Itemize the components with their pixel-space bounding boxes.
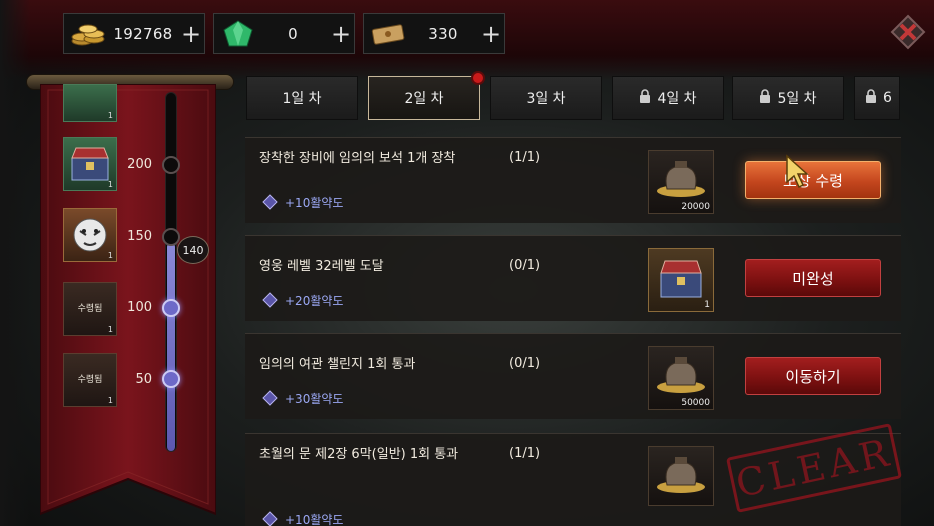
- quest-title: 장착한 장비에 임의의 보석 1개 장착: [259, 151, 456, 166]
- gem-amount: 0: [288, 24, 298, 43]
- gem-currency: 0 +: [213, 13, 355, 54]
- gold-sack-icon: [657, 357, 705, 393]
- gold-coin-icon: [68, 17, 108, 51]
- reward-slot[interactable]: 20000: [648, 150, 714, 214]
- claimed-label: 수령됨: [77, 304, 103, 314]
- tab-day-6[interactable]: 6: [854, 76, 900, 120]
- quest-row: 임의의 여관 챌린지 1회 통과 (0/1) +30활약도 50000 이동하기: [245, 333, 901, 419]
- ticket-amount: 330: [428, 24, 458, 43]
- milestone-node-50: [162, 370, 180, 388]
- quest-progress: (0/1): [509, 356, 541, 371]
- emerald-gem-icon: [218, 17, 258, 51]
- milestone-progress-fill: [167, 243, 175, 451]
- milestone-reward-150[interactable]: 1: [63, 208, 117, 262]
- milestone-reward-50: 수령됨 1: [63, 353, 117, 407]
- milestone-node-150: [162, 228, 180, 246]
- milestone-reward-200[interactable]: 1: [63, 137, 117, 191]
- go-to-button[interactable]: 이동하기: [745, 357, 881, 395]
- gold-sack-icon: [657, 161, 705, 197]
- milestone-label-50: 50: [135, 372, 152, 387]
- milestone-label-100: 100: [127, 300, 152, 315]
- claimed-label: 수령됨: [77, 375, 103, 385]
- tab-day-3[interactable]: 3일 차: [490, 76, 602, 120]
- gold-sack-icon: [657, 457, 705, 493]
- incomplete-button[interactable]: 미완성: [745, 259, 881, 297]
- activity-icon: [261, 193, 279, 211]
- gold-amount: 192768: [113, 24, 173, 43]
- current-points-badge: 140: [177, 236, 209, 264]
- ticket-currency: 330 +: [363, 13, 505, 54]
- quest-progress: (1/1): [509, 446, 541, 461]
- quest-progress: (1/1): [509, 150, 541, 165]
- quest-title: 초월의 문 제2장 6막(일반) 1회 통과: [259, 447, 459, 462]
- chest-icon: [660, 260, 702, 298]
- activity-icon: [261, 291, 279, 309]
- add-ticket-button[interactable]: +: [478, 22, 504, 46]
- milestone-label-150: 150: [127, 229, 152, 244]
- lock-icon: [639, 89, 651, 107]
- quest-title: 영웅 레벨 32레벨 도달: [259, 259, 384, 274]
- milestone-node-100: [162, 299, 180, 317]
- add-gem-button[interactable]: +: [328, 22, 354, 46]
- gold-currency: 192768 +: [63, 13, 205, 54]
- reward-slot[interactable]: 50000: [648, 346, 714, 410]
- claim-reward-button[interactable]: 보상 수령: [745, 161, 881, 199]
- reward-slot[interactable]: 1: [648, 248, 714, 312]
- lock-icon: [865, 89, 877, 107]
- tab-day-4[interactable]: 4일 차: [612, 76, 724, 120]
- quest-title: 임의의 여관 챌린지 1회 통과: [259, 357, 416, 372]
- quest-progress: (0/1): [509, 258, 541, 273]
- quest-points: +10활약도: [261, 193, 343, 211]
- tab-day-5[interactable]: 5일 차: [732, 76, 844, 120]
- milestone-reward-top: 1: [63, 84, 117, 122]
- quest-points: +20활약도: [261, 291, 343, 309]
- tab-day-2[interactable]: 2일 차: [368, 71, 485, 120]
- milestone-node-200: [162, 156, 180, 174]
- activity-icon: [261, 389, 279, 407]
- activity-icon: [261, 510, 279, 526]
- pointer-cursor-icon: [786, 154, 809, 189]
- notification-dot: [471, 71, 485, 85]
- add-gold-button[interactable]: +: [178, 22, 204, 46]
- quest-row: 영웅 레벨 32레벨 도달 (0/1) +20활약도 1 미완성: [245, 235, 901, 321]
- quest-points: +10활약도: [261, 510, 343, 526]
- reward-slot[interactable]: [648, 446, 714, 506]
- milestone-label-200: 200: [127, 157, 152, 172]
- milestone-reward-100: 수령됨 1: [63, 282, 117, 336]
- close-menu-button[interactable]: [888, 10, 928, 54]
- emblem-icon: [890, 14, 926, 50]
- tab-day-1[interactable]: 1일 차: [246, 76, 358, 120]
- quest-points: +30활약도: [261, 389, 343, 407]
- lock-icon: [759, 89, 771, 107]
- ticket-icon: [368, 17, 408, 51]
